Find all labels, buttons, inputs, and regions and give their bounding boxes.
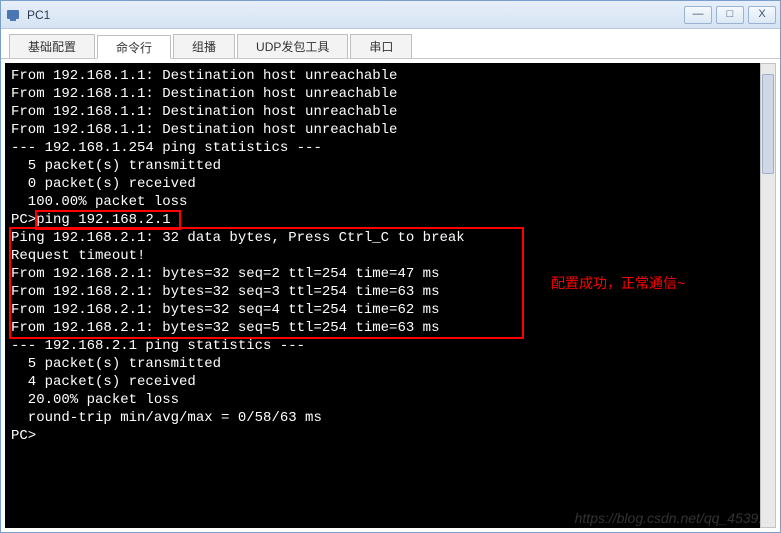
tab-udp-tool[interactable]: UDP发包工具 xyxy=(237,34,348,58)
tab-serial[interactable]: 串口 xyxy=(350,34,412,58)
window-controls: — □ X xyxy=(684,6,776,24)
terminal-container: From 192.168.1.1: Destination host unrea… xyxy=(1,59,780,532)
close-button[interactable]: X xyxy=(748,6,776,24)
app-icon xyxy=(5,7,21,23)
scrollbar-thumb[interactable] xyxy=(762,74,774,174)
annotation-box-ping-results xyxy=(9,227,524,339)
title-bar: PC1 — □ X xyxy=(1,1,780,29)
tab-basic-config[interactable]: 基础配置 xyxy=(9,34,95,58)
tab-bar: 基础配置 命令行 组播 UDP发包工具 串口 xyxy=(1,29,780,59)
window-title: PC1 xyxy=(27,8,684,22)
maximize-button[interactable]: □ xyxy=(716,6,744,24)
minimize-button[interactable]: — xyxy=(684,6,712,24)
tab-multicast[interactable]: 组播 xyxy=(173,34,235,58)
app-window: PC1 — □ X 基础配置 命令行 组播 UDP发包工具 串口 From 19… xyxy=(0,0,781,533)
scrollbar[interactable] xyxy=(760,63,776,528)
tab-cli[interactable]: 命令行 xyxy=(97,35,171,59)
annotation-text: 配置成功，正常通信~ xyxy=(551,273,685,293)
